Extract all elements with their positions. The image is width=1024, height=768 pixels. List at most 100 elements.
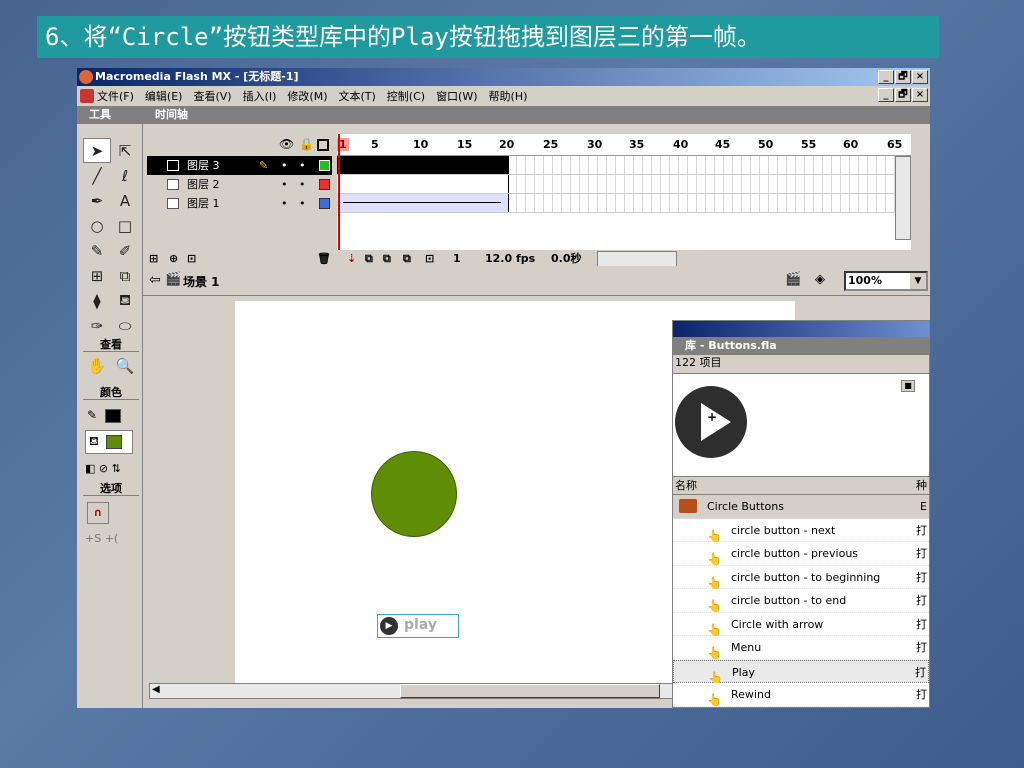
minimize-button[interactable]: _ <box>878 70 894 84</box>
flash-window: Macromedia Flash MX - [无标题-1] _ 🗗 × 文件(F… <box>77 68 930 708</box>
visibility-dot[interactable]: • <box>281 156 288 175</box>
visibility-dot[interactable]: • <box>281 175 288 194</box>
doc-restore-button[interactable]: 🗗 <box>895 88 911 102</box>
layer-row-2[interactable]: 图层 2 • • <box>147 175 332 194</box>
menu-file[interactable]: 文件(F) <box>97 88 134 104</box>
chevron-down-icon[interactable]: ▼ <box>910 273 926 289</box>
lasso-tool[interactable]: ℓ <box>111 163 139 188</box>
frame-grid[interactable]: 1 5 10 15 20 25 30 35 40 45 50 55 60 65 <box>337 134 911 250</box>
playhead[interactable] <box>338 134 340 250</box>
library-item[interactable]: 👆 Menu 打 <box>673 636 929 660</box>
outline-color-square[interactable] <box>319 179 330 190</box>
subselect-tool[interactable]: ⇱ <box>111 138 139 163</box>
menu-bar: 文件(F) 编辑(E) 查看(V) 插入(I) 修改(M) 文本(T) 控制(C… <box>77 86 930 106</box>
no-color-icon[interactable]: ⊘ <box>99 462 108 475</box>
stroke-color-swatch[interactable] <box>105 409 121 423</box>
outline-color-square[interactable] <box>319 198 330 209</box>
hand-tool[interactable]: ✋ <box>83 354 111 378</box>
rect-tool[interactable]: □ <box>111 213 139 238</box>
library-window-titlebar[interactable] <box>673 321 929 337</box>
layer-row-3[interactable]: 图层 3 ✎ • • <box>147 156 332 175</box>
text-tool[interactable]: A <box>111 188 139 213</box>
fill-color-swatch[interactable] <box>106 435 122 449</box>
scroll-thumb[interactable] <box>400 684 660 698</box>
window-titlebar[interactable]: Macromedia Flash MX - [无标题-1] _ 🗗 × <box>77 68 930 86</box>
doc-close-button[interactable]: × <box>912 88 928 102</box>
zoom-select[interactable]: 100% ▼ <box>844 271 928 291</box>
outline-icon[interactable] <box>317 139 329 151</box>
frame-row-layer-2[interactable] <box>337 175 911 194</box>
fill-transform-tool[interactable]: ⧉ <box>111 263 139 288</box>
tools-panel-header[interactable]: 工具 <box>77 106 143 124</box>
paint-bucket-tool[interactable]: ⛾ <box>111 288 139 313</box>
frame-row-layer-1[interactable] <box>337 194 911 213</box>
stop-preview-button[interactable]: ■ <box>901 380 915 392</box>
edit-scene-icon[interactable]: 🎬 <box>785 272 801 287</box>
library-column-header[interactable]: 名称 种 <box>673 477 929 495</box>
timeline-horizontal-scrollbar[interactable] <box>597 251 677 267</box>
library-item[interactable]: 👆 circle button - previous 打 <box>673 542 929 566</box>
stroke-color-control[interactable]: ✎ <box>87 406 135 426</box>
outline-color-square[interactable] <box>319 160 330 171</box>
ink-bottle-tool[interactable]: ⧫ <box>83 288 111 313</box>
library-item[interactable]: 👆 circle button - to end 打 <box>673 589 929 613</box>
library-folder-circle-buttons[interactable]: Circle Buttons E <box>673 495 929 519</box>
lock-dot[interactable]: • <box>299 194 306 213</box>
stage-horizontal-scrollbar[interactable]: ◀ <box>149 683 731 699</box>
default-colors-icon[interactable]: ◧ <box>85 462 95 475</box>
close-button[interactable]: × <box>912 70 928 84</box>
play-preview-icon: + <box>675 386 747 458</box>
green-circle-shape[interactable] <box>371 451 457 537</box>
menu-window[interactable]: 窗口(W) <box>436 88 477 104</box>
tween-span[interactable] <box>337 194 509 212</box>
scroll-left-icon[interactable]: ◀ <box>152 684 160 695</box>
library-item[interactable]: 👆 Circle with arrow 打 <box>673 612 929 637</box>
library-title: 库 - Buttons.fla <box>685 339 777 352</box>
menu-edit[interactable]: 编辑(E) <box>145 88 183 104</box>
frame-row-layer-3[interactable] <box>337 156 911 175</box>
library-item[interactable]: 👆 circle button - to beginning 打 <box>673 565 929 590</box>
frame-span[interactable] <box>337 175 509 193</box>
eraser-tool[interactable]: ⬭ <box>111 313 139 338</box>
frame-span[interactable] <box>337 156 509 174</box>
library-item[interactable]: 👆 Rewind 打 <box>673 683 929 707</box>
lock-dot[interactable]: • <box>299 156 306 175</box>
layer-row-1[interactable]: 图层 1 • • <box>147 194 332 213</box>
menu-help[interactable]: 帮助(H) <box>489 88 528 104</box>
zoom-tool[interactable]: 🔍 <box>111 354 139 378</box>
scene-name[interactable]: 场景 1 <box>183 273 220 290</box>
fill-color-control[interactable]: ⛾ <box>85 430 133 454</box>
edit-symbol-icon[interactable]: ◈ <box>815 272 825 287</box>
menu-control[interactable]: 控制(C) <box>387 88 425 104</box>
eye-icon[interactable]: 👁 <box>279 137 294 151</box>
back-arrow-icon[interactable]: ⇦ <box>149 272 161 288</box>
smooth-icon[interactable]: +S <box>85 532 101 545</box>
play-button-instance[interactable]: ▶ play <box>377 614 459 638</box>
doc-minimize-button[interactable]: _ <box>878 88 894 102</box>
snap-magnet-icon[interactable]: ∩ <box>87 502 109 524</box>
line-tool[interactable]: ╱ <box>83 163 111 188</box>
lock-icon[interactable]: 🔒 <box>299 137 314 151</box>
arrow-tool[interactable]: ➤ <box>83 138 111 163</box>
maximize-button[interactable]: 🗗 <box>895 70 911 84</box>
timeline-panel-header[interactable]: 时间轴 <box>143 106 930 124</box>
oval-tool[interactable]: ○ <box>83 213 111 238</box>
visibility-dot[interactable]: • <box>281 194 288 213</box>
timeline-vertical-scrollbar[interactable] <box>895 156 911 240</box>
pencil-tool[interactable]: ✎ <box>83 238 111 263</box>
library-item[interactable]: 👆 circle button - next 打 <box>673 518 929 543</box>
menu-modify[interactable]: 修改(M) <box>287 88 327 104</box>
menu-insert[interactable]: 插入(I) <box>243 88 277 104</box>
menu-text[interactable]: 文本(T) <box>338 88 375 104</box>
button-symbol-icon: 👆 <box>707 693 722 707</box>
menu-view[interactable]: 查看(V) <box>193 88 231 104</box>
library-panel-header[interactable]: 库 - Buttons.fla <box>673 337 929 355</box>
lock-dot[interactable]: • <box>299 175 306 194</box>
straighten-icon[interactable]: +( <box>105 532 119 545</box>
dropper-tool[interactable]: ✑ <box>83 313 111 338</box>
pen-tool[interactable]: ✒ <box>83 188 111 213</box>
free-transform-tool[interactable]: ⊞ <box>83 263 111 288</box>
brush-tool[interactable]: ✐ <box>111 238 139 263</box>
library-item-play[interactable]: 👆 Play 打 <box>673 659 929 685</box>
swap-colors-icon[interactable]: ⇅ <box>112 462 121 475</box>
